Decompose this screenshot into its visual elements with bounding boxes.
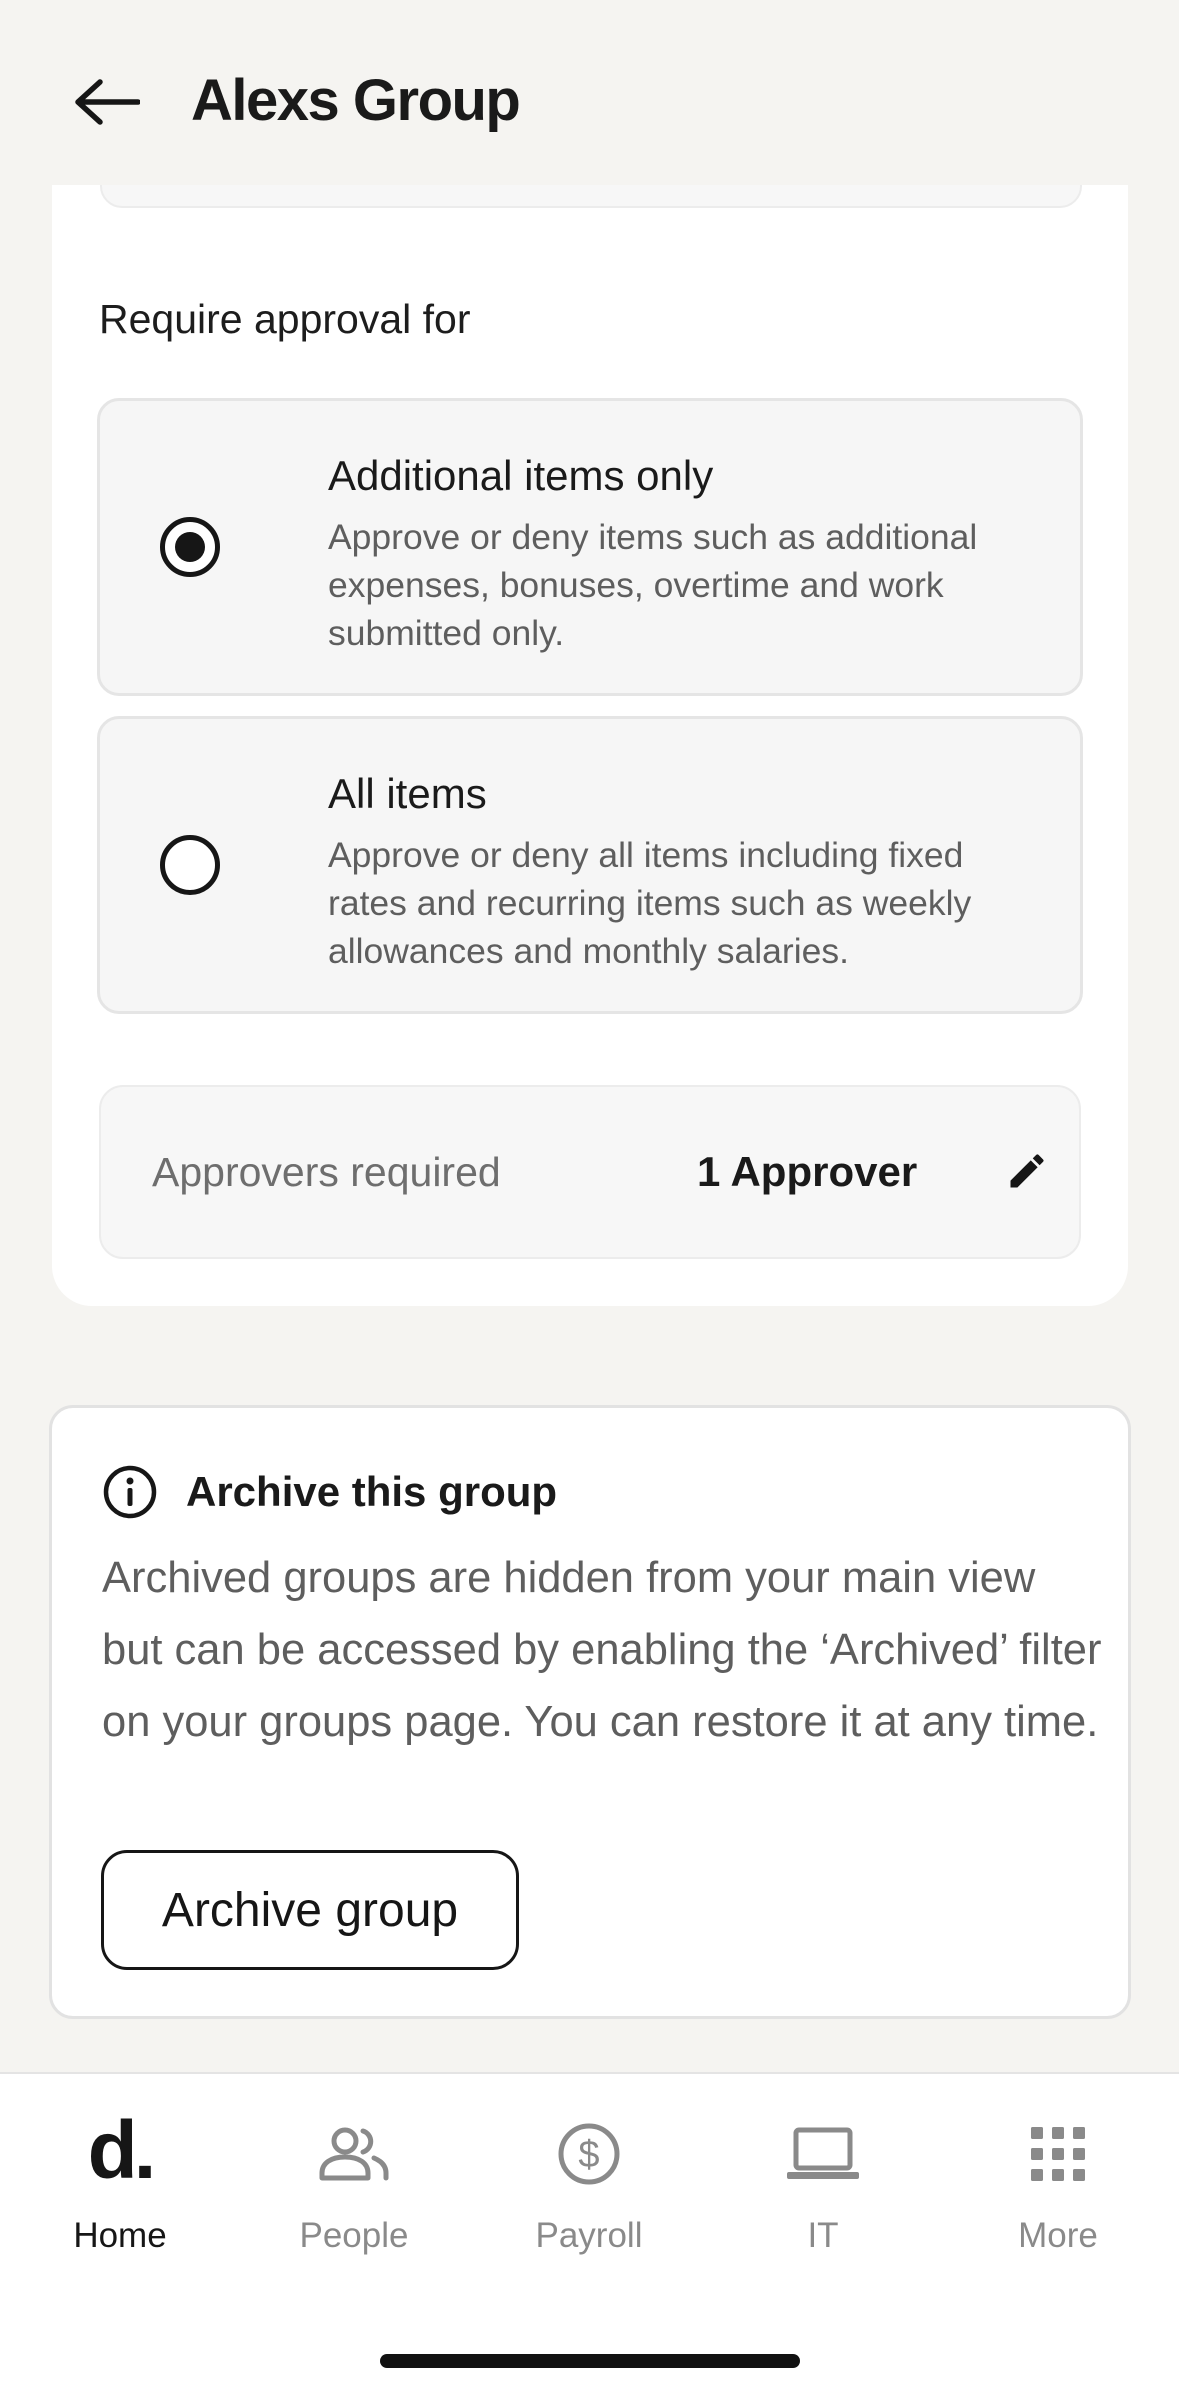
archive-description: Archived groups are hidden from your mai…	[102, 1554, 1102, 1746]
nav-label-home: Home	[73, 2216, 167, 2255]
option-description: Approve or deny all items including fixe…	[328, 835, 972, 971]
home-indicator[interactable]	[380, 2354, 800, 2368]
grid-icon-wrap	[1013, 2114, 1103, 2194]
option-title: Additional items only	[328, 452, 714, 499]
approval-settings-card: Require approval for Additional items on…	[52, 130, 1128, 1306]
home-logo-icon: d.	[75, 2105, 165, 2196]
dollar-icon: $	[558, 2123, 620, 2185]
people-icon-wrap	[309, 2114, 399, 2194]
radio-unselected-icon[interactable]	[160, 835, 220, 895]
arrow-left-icon	[75, 79, 140, 125]
edit-approvers-button[interactable]	[999, 1143, 1055, 1199]
approvers-value: 1 Approver	[697, 1148, 918, 1195]
nav-label-payroll: Payroll	[535, 2216, 643, 2255]
nav-label-it: IT	[807, 2216, 839, 2255]
option-description: Approve or deny items such as additional…	[328, 517, 978, 653]
option-title: All items	[328, 770, 487, 817]
laptop-icon-wrap	[778, 2114, 868, 2194]
laptop-icon	[787, 2127, 859, 2179]
bottom-navigation: d. Home People $ Payroll IT More	[0, 2072, 1179, 2396]
nav-item-more[interactable]: More	[958, 2114, 1158, 2264]
nav-item-people[interactable]: People	[254, 2114, 454, 2264]
nav-item-it[interactable]: IT	[723, 2114, 923, 2264]
page-title: Alexs Group	[191, 68, 521, 133]
back-button[interactable]	[62, 62, 152, 142]
pencil-icon	[1010, 1154, 1044, 1188]
grid-icon	[1031, 2127, 1085, 2181]
option-all-items[interactable]: All items Approve or deny all items incl…	[97, 716, 1083, 1014]
archive-group-card: Archive this group Archived groups are h…	[49, 1405, 1131, 2019]
approvers-label: Approvers required	[152, 1149, 501, 1195]
require-approval-label: Require approval for	[99, 296, 471, 342]
home-logo-text: d.	[87, 2105, 157, 2196]
nav-label-people: People	[299, 2216, 409, 2255]
archive-group-button[interactable]: Archive group	[101, 1850, 519, 1970]
nav-label-more: More	[1018, 2216, 1098, 2255]
dollar-icon-wrap: $	[544, 2114, 634, 2194]
info-icon	[103, 1465, 157, 1519]
approvers-required-row[interactable]: Approvers required 1 Approver	[99, 1085, 1081, 1259]
option-additional-items[interactable]: Additional items only Approve or deny it…	[97, 398, 1083, 696]
people-icon	[319, 2127, 389, 2181]
top-bar: Alexs Group	[0, 0, 1179, 185]
radio-selected-icon[interactable]	[160, 517, 220, 577]
archive-title: Archive this group	[186, 1468, 558, 1515]
screen: Alexs Group Require approval for Additio…	[0, 0, 1179, 2396]
nav-item-payroll[interactable]: $ Payroll	[489, 2114, 689, 2264]
nav-item-home[interactable]: d. Home	[20, 2105, 220, 2264]
svg-text:$: $	[578, 2134, 599, 2176]
